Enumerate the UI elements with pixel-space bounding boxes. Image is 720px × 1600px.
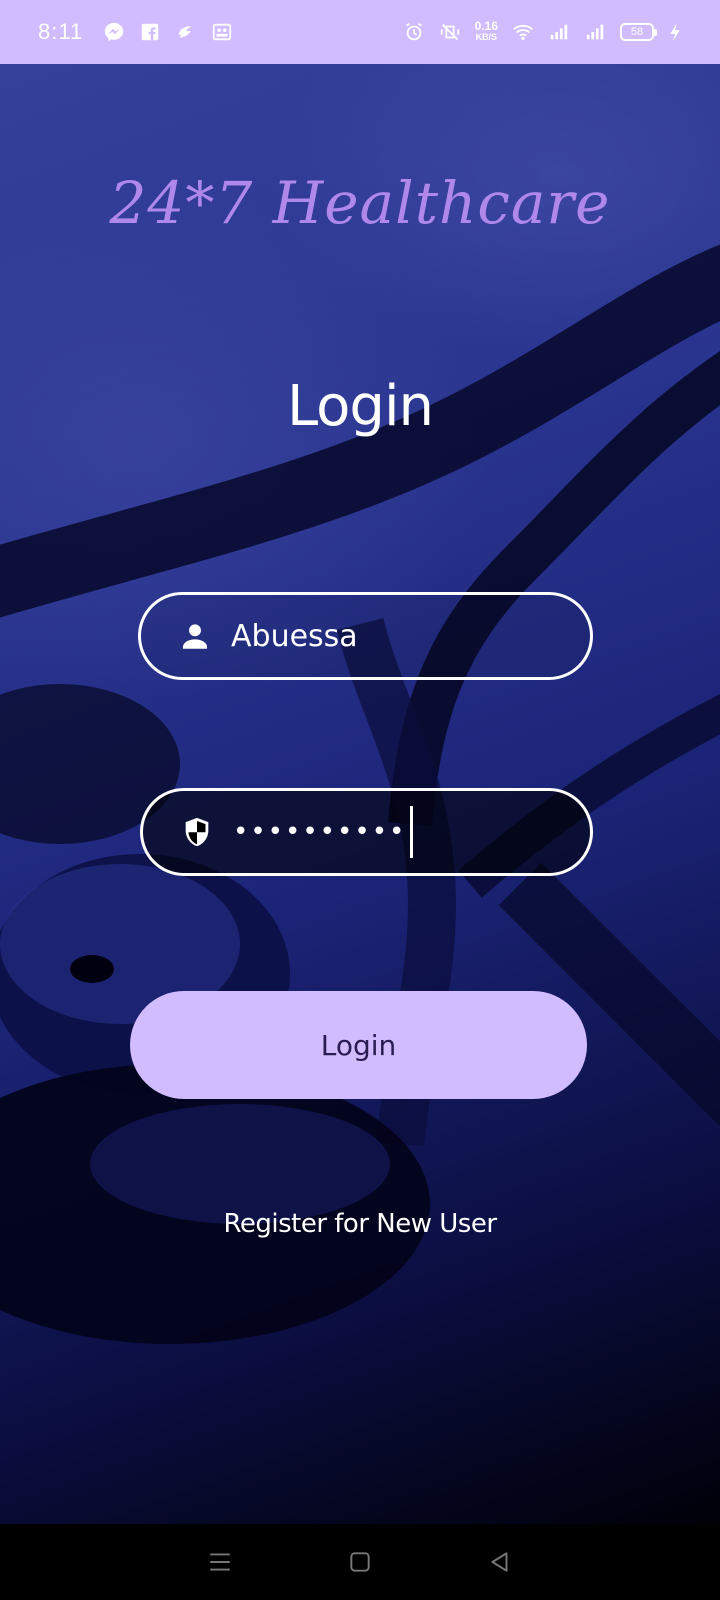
person-icon [177,618,213,654]
wifi-icon [512,21,534,43]
username-field[interactable]: Abuessa [138,592,593,680]
navigation-bar [0,1524,720,1600]
password-field[interactable]: •••••••••• [140,788,593,876]
login-screen: 24*7 Healthcare Login Abuessa ••••••••••… [0,64,720,1524]
messenger-lite-icon [175,21,197,43]
menu-icon[interactable] [205,1547,235,1577]
network-speed-value: 0.16 [474,19,498,33]
network-speed-unit: KB/S [475,32,498,42]
signal-icon [548,21,570,43]
status-right: 0.16 KB/S 58 [403,19,682,43]
alarm-icon [403,21,425,43]
network-speed: 0.16 KB/S [474,19,498,43]
charging-icon [668,21,682,43]
signal-icon [584,21,606,43]
status-left: 8:11 [38,19,233,45]
register-link[interactable]: Register for New User [0,1209,720,1239]
status-bar: 8:11 0.16 KB/S 58 [0,0,720,64]
login-heading: Login [286,374,434,439]
home-icon[interactable] [345,1547,375,1577]
username-value[interactable]: Abuessa [231,619,358,654]
shield-icon [179,814,215,850]
vibrate-off-icon [439,21,461,43]
battery-icon: 58 [620,23,657,41]
messenger-icon [103,21,125,43]
back-icon[interactable] [485,1547,515,1577]
facebook-icon [139,21,161,43]
app-notification-icon [211,21,233,43]
app-title: 24*7 Healthcare [109,169,611,237]
password-value[interactable]: •••••••••• [233,817,406,847]
status-time: 8:11 [38,19,84,44]
text-cursor [410,806,414,858]
login-button[interactable]: Login [130,991,587,1099]
